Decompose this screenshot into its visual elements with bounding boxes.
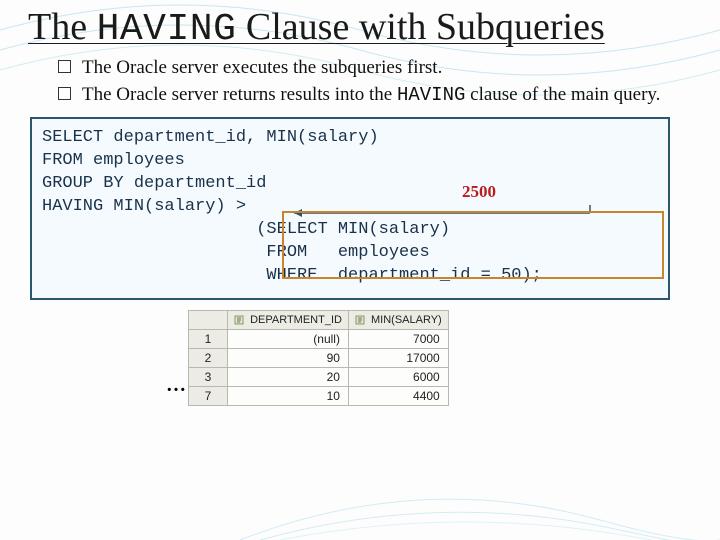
code-line: GROUP BY department_id — [42, 173, 658, 196]
cell-dept: 90 — [228, 348, 349, 367]
result-table-wrap: … DEPARTMENT_ID MIN(SALARY) 1 — [188, 310, 692, 406]
sql-code-block: SELECT department_id, MIN(salary) FROM e… — [30, 117, 670, 300]
slide-title: The HAVING Clause with Subqueries — [28, 8, 692, 50]
cell-dept: (null) — [228, 329, 349, 348]
title-pre: The — [28, 6, 97, 48]
header-dept-label: DEPARTMENT_ID — [250, 314, 342, 326]
cell-rownum: 7 — [189, 386, 228, 405]
title-mono: HAVING — [97, 8, 237, 51]
bullet-list: The Oracle server executes the subquerie… — [58, 56, 692, 107]
table-header-row: DEPARTMENT_ID MIN(SALARY) — [189, 310, 449, 329]
header-min-label: MIN(SALARY) — [371, 314, 442, 326]
table-row: 1 (null) 7000 — [189, 329, 449, 348]
column-sort-icon — [355, 315, 365, 325]
cell-dept: 20 — [228, 367, 349, 386]
table-row: 3 20 6000 — [189, 367, 449, 386]
cell-dept: 10 — [228, 386, 349, 405]
bullet-text-post: clause of the main query. — [465, 84, 660, 105]
bullet-item: The Oracle server executes the subquerie… — [58, 56, 692, 81]
column-sort-icon — [234, 315, 244, 325]
table-row: 7 10 4400 — [189, 386, 449, 405]
cell-min: 4400 — [348, 386, 448, 405]
table-row: 2 90 17000 — [189, 348, 449, 367]
bullet-text-pre: The Oracle server returns results into t… — [82, 84, 397, 105]
result-table: DEPARTMENT_ID MIN(SALARY) 1 (null) 7000 … — [188, 310, 449, 406]
code-line: FROM employees — [42, 242, 658, 265]
cell-min: 6000 — [348, 367, 448, 386]
code-line: HAVING MIN(salary) > — [42, 196, 658, 219]
cell-rownum: 2 — [189, 348, 228, 367]
bullet-text: The Oracle server executes the subquerie… — [82, 57, 442, 78]
header-min: MIN(SALARY) — [348, 310, 448, 329]
rows-omitted-ellipsis: … — [166, 374, 186, 397]
header-dept: DEPARTMENT_ID — [228, 310, 349, 329]
code-line: FROM employees — [42, 150, 658, 173]
bullet-item: The Oracle server returns results into t… — [58, 83, 692, 108]
code-line: SELECT department_id, MIN(salary) — [42, 127, 658, 150]
code-line: (SELECT MIN(salary) — [42, 219, 658, 242]
title-post: Clause with Subqueries — [236, 6, 604, 48]
code-line: WHERE department_id = 50); — [42, 265, 658, 288]
cell-rownum: 3 — [189, 367, 228, 386]
subquery-result-annotation: 2500 — [462, 181, 496, 204]
cell-rownum: 1 — [189, 329, 228, 348]
cell-min: 17000 — [348, 348, 448, 367]
bullet-text-mono: HAVING — [397, 84, 465, 106]
header-rownum — [189, 310, 228, 329]
cell-min: 7000 — [348, 329, 448, 348]
